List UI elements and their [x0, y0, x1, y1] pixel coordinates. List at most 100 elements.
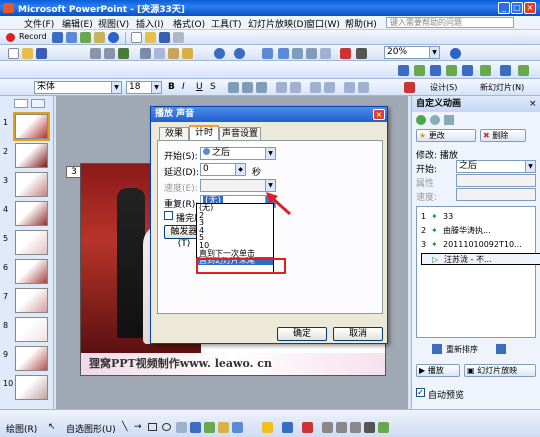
animation-icon[interactable]	[414, 65, 425, 76]
table-icon[interactable]	[278, 48, 289, 59]
bold-button[interactable]: B	[168, 82, 175, 92]
text-icon[interactable]	[66, 32, 77, 43]
arrow-icon[interactable]: →	[134, 422, 142, 432]
wordart-icon[interactable]	[190, 422, 201, 433]
spelling-icon[interactable]	[118, 48, 129, 59]
align-center-icon[interactable]	[242, 82, 253, 93]
menu-insert[interactable]: 插入(I)	[136, 17, 164, 30]
slide-thumbnail[interactable]	[13, 112, 50, 141]
picture-icon[interactable]	[232, 422, 243, 433]
speed-select[interactable]	[456, 188, 536, 201]
increase-font-icon[interactable]	[310, 82, 321, 93]
line-color-icon[interactable]	[282, 422, 293, 433]
tab-sound-settings[interactable]: 声音设置	[219, 127, 261, 140]
permission-icon[interactable]	[173, 32, 184, 43]
menu-edit[interactable]: 编辑(E)	[62, 17, 93, 30]
animation-icon[interactable]	[518, 65, 529, 76]
align-left-icon[interactable]	[228, 82, 239, 93]
record-label[interactable]: Record	[19, 32, 47, 41]
save-icon[interactable]	[159, 32, 170, 43]
numbering-icon[interactable]	[276, 82, 287, 93]
slide-thumbnail[interactable]	[15, 259, 48, 284]
print-preview-icon[interactable]	[104, 48, 115, 59]
animation-item[interactable]: 2 ✦ 由滕华涛执...	[421, 225, 540, 237]
oval-icon[interactable]	[162, 423, 171, 431]
slide-thumbnail[interactable]	[15, 346, 48, 371]
tab-timing[interactable]: 计时	[189, 125, 219, 140]
slide-thumbnail[interactable]	[15, 201, 48, 226]
color-icon[interactable]	[340, 48, 351, 59]
animation-item[interactable]: ▷ 汪苏泷 - 不...	[421, 253, 540, 265]
align-right-icon[interactable]	[256, 82, 267, 93]
animation-icon[interactable]	[480, 65, 491, 76]
animation-item[interactable]: 3 ✦ 20111010092T10...	[421, 239, 540, 251]
font-color-icon[interactable]	[404, 82, 415, 93]
open-folder-icon[interactable]	[22, 48, 33, 59]
print-icon[interactable]	[90, 48, 101, 59]
design-button[interactable]: 设计(S)	[430, 82, 457, 93]
cut-icon[interactable]	[140, 48, 151, 59]
show-formatting-icon[interactable]	[320, 48, 331, 59]
spinner-icon[interactable]: ◆	[235, 164, 245, 175]
underline-button[interactable]: U	[196, 82, 203, 92]
menu-format[interactable]: 格式(O)	[173, 17, 205, 30]
copy-icon[interactable]	[154, 48, 165, 59]
rewind-checkbox[interactable]	[164, 211, 173, 220]
slideshow-button[interactable]: ▣ 幻灯片放映	[464, 364, 536, 377]
animation-icon[interactable]	[446, 65, 457, 76]
menu-file[interactable]: 文件(F)	[24, 17, 54, 30]
paste-icon[interactable]	[168, 48, 179, 59]
start-select[interactable]: 之后 ▼	[456, 160, 536, 173]
delay-input[interactable]: 0 ◆	[200, 163, 246, 176]
open-icon[interactable]	[145, 32, 156, 43]
animation-list[interactable]: 1 ✦ 33 2 ✦ 由滕华涛执... 3 ✦ 20111010092T10... ▷ 汪苏泷 - …	[416, 206, 540, 338]
expand-icon[interactable]	[306, 48, 317, 59]
animation-icon[interactable]	[462, 65, 473, 76]
slide-thumbnail[interactable]	[15, 375, 48, 400]
close-icon[interactable]: ×	[529, 99, 537, 109]
new-doc-icon[interactable]	[8, 48, 19, 59]
outline-tab-icon[interactable]	[14, 99, 28, 108]
autopreview-checkbox[interactable]: ✓	[416, 388, 425, 397]
slide-thumbnail[interactable]	[15, 143, 48, 168]
menu-help[interactable]: 帮助(H)	[345, 17, 377, 30]
chart-icon[interactable]	[262, 48, 273, 59]
minimize-button[interactable]: _	[498, 2, 510, 14]
new-icon[interactable]	[131, 32, 142, 43]
repeat-option[interactable]: 3	[197, 219, 273, 227]
autoshapes-menu[interactable]: 自选图形(U)	[66, 422, 116, 435]
bullets-icon[interactable]	[290, 82, 301, 93]
tab-effect[interactable]: 效果	[159, 127, 189, 140]
new-slide-button[interactable]: 新幻灯片(N)	[480, 82, 524, 93]
3d-style-icon[interactable]	[378, 422, 389, 433]
slide-thumbnail[interactable]	[15, 172, 48, 197]
record-icon[interactable]	[6, 33, 15, 42]
outdent-icon[interactable]	[358, 82, 369, 93]
menu-window[interactable]: 窗口(W)	[306, 17, 340, 30]
forward-icon[interactable]	[430, 115, 440, 125]
font-select[interactable]: 宋体 ▼	[34, 81, 122, 94]
info-icon[interactable]	[108, 32, 119, 43]
maximize-button[interactable]: □	[511, 2, 523, 14]
line-icon[interactable]: ╲	[122, 422, 127, 432]
diagram-icon[interactable]	[204, 422, 215, 433]
menu-slideshow[interactable]: 幻灯片放映(D)	[248, 17, 307, 30]
dash-style-icon[interactable]	[336, 422, 347, 433]
slide-thumbnail[interactable]	[15, 230, 48, 255]
italic-button[interactable]: I	[182, 82, 185, 92]
line-style-icon[interactable]	[322, 422, 333, 433]
repeat-option[interactable]: 4	[197, 226, 273, 235]
move-down-icon[interactable]	[496, 344, 506, 354]
shadow-button[interactable]: S	[210, 82, 216, 92]
grid-icon[interactable]	[292, 48, 303, 59]
grayscale-icon[interactable]	[356, 48, 367, 59]
ok-button[interactable]: 确定	[277, 327, 327, 341]
back-icon[interactable]	[416, 115, 426, 125]
format-painter-icon[interactable]	[182, 48, 193, 59]
rectangle-icon[interactable]	[148, 423, 157, 431]
image-icon[interactable]	[80, 32, 91, 43]
font-color-icon[interactable]	[302, 422, 313, 433]
help-search-input[interactable]: 键入需要帮助的问题	[386, 17, 514, 28]
decrease-font-icon[interactable]	[324, 82, 335, 93]
menu-tools[interactable]: 工具(T)	[211, 17, 242, 30]
